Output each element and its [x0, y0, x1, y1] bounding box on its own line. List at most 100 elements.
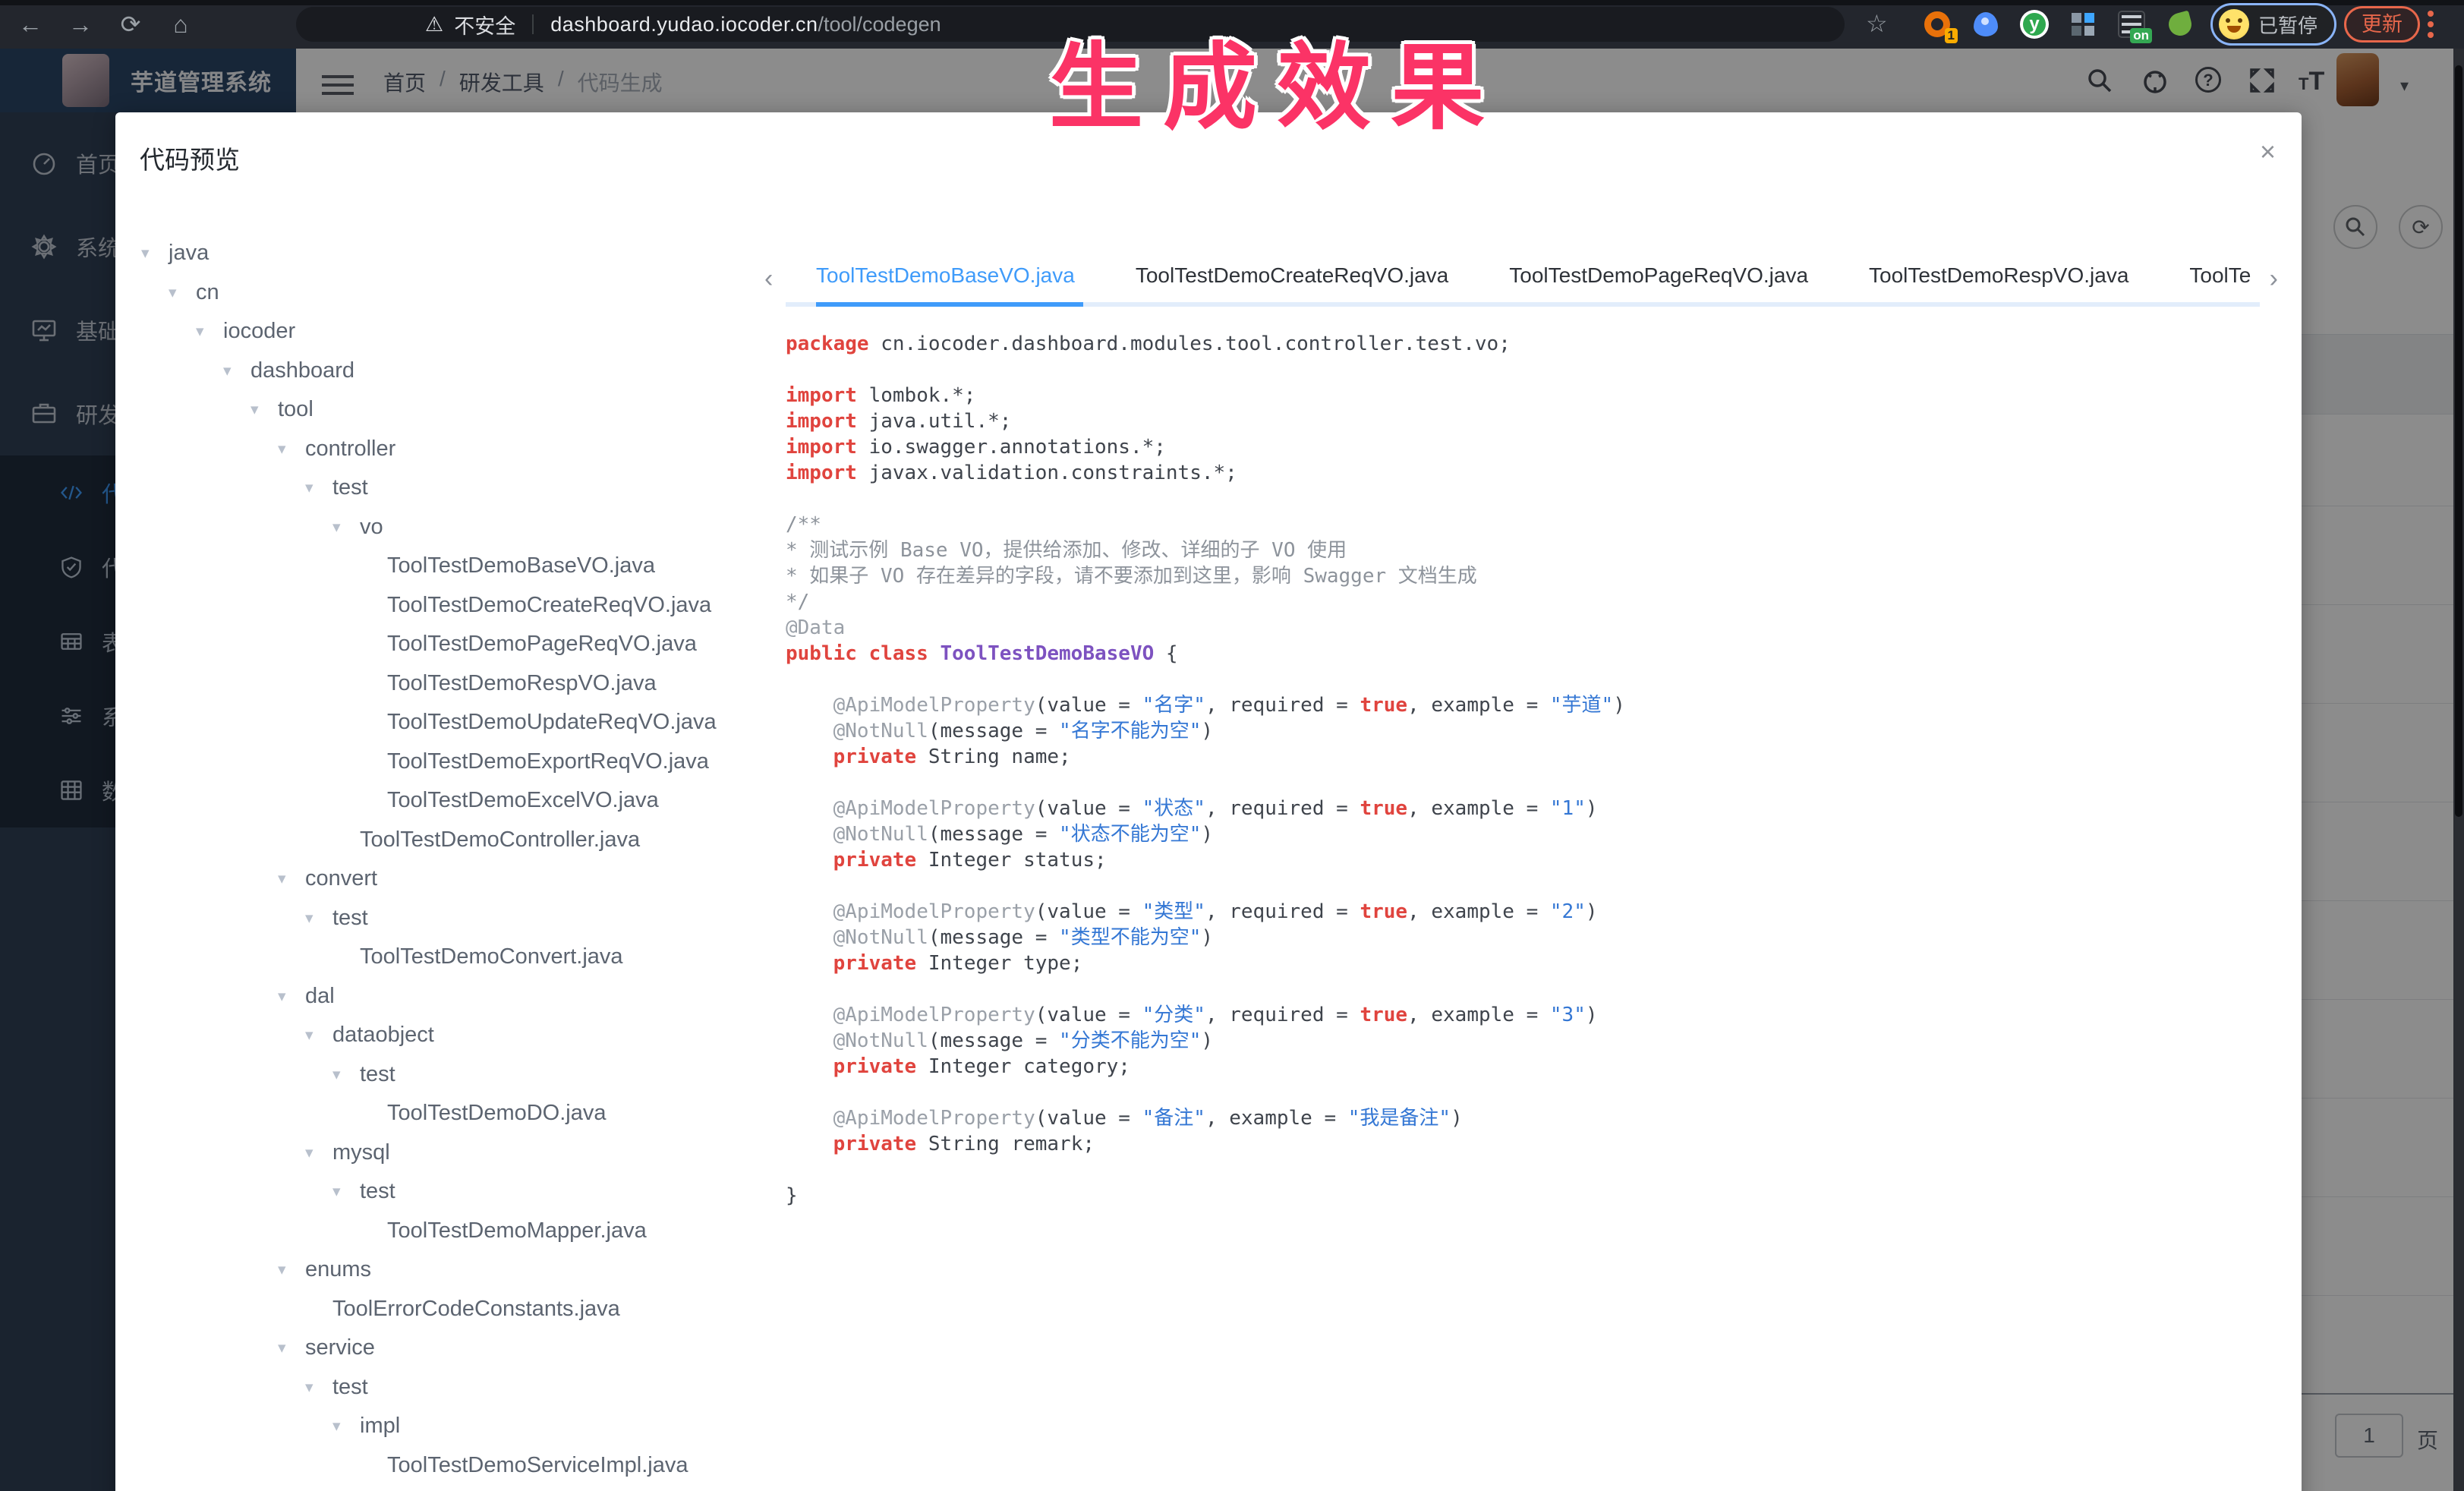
tree-folder-node[interactable]: ▾test — [138, 1368, 768, 1407]
warning-icon[interactable]: ⚠ — [425, 13, 443, 36]
caret-down-icon[interactable]: ▾ — [302, 1143, 332, 1162]
caret-down-icon[interactable]: ▾ — [275, 987, 305, 1006]
tree-folder-node[interactable]: ▾enums — [138, 1250, 768, 1290]
code-line: import io.swagger.annotations.*; — [786, 434, 2273, 460]
caret-down-icon[interactable]: ▾ — [275, 1338, 305, 1357]
caret-down-icon[interactable]: ▾ — [220, 361, 250, 380]
tree-file-node[interactable]: ▾ToolTestDemoMapper.java — [138, 1212, 768, 1251]
tree-folder-node[interactable]: ▾service — [138, 1329, 768, 1368]
home-icon[interactable]: ⌂ — [164, 8, 197, 41]
caret-down-icon[interactable]: ▾ — [302, 909, 332, 928]
extension-pin-icon[interactable] — [1971, 10, 2000, 39]
tab-2[interactable]: ToolTestDemoPageReqVO.java — [1509, 254, 1808, 307]
tree-folder-node[interactable]: ▾convert — [138, 859, 768, 899]
tree-node-label: dashboard — [250, 358, 354, 383]
caret-down-icon[interactable]: ▾ — [165, 283, 196, 302]
tree-file-node[interactable]: ▾ToolTestDemoDO.java — [138, 1094, 768, 1133]
tree-folder-node[interactable]: ▾impl — [138, 1407, 768, 1446]
code-line: @ApiModelProperty(value = "分类", required… — [786, 1002, 2273, 1028]
caret-down-icon[interactable]: ▾ — [247, 400, 278, 419]
tree-file-node[interactable]: ▾ToolTestDemoUpdateReqVO.java — [138, 703, 768, 742]
tree-folder-node[interactable]: ▾dal — [138, 977, 768, 1017]
caret-down-icon[interactable]: ▾ — [275, 1260, 305, 1279]
bookmark-star-icon[interactable]: ☆ — [1866, 9, 1888, 38]
tree-file-node[interactable]: ▾ToolTestDemoBaseVO.java — [138, 547, 768, 586]
back-icon[interactable]: ← — [14, 8, 47, 41]
tree-folder-node[interactable]: ▾mysql — [138, 1133, 768, 1173]
caret-down-icon[interactable]: ▾ — [193, 322, 223, 341]
tree-folder-node[interactable]: ▾vo — [138, 508, 768, 547]
code-line: */ — [786, 589, 2273, 615]
code-view: package cn.iocoder.dashboard.modules.too… — [786, 331, 2273, 1209]
tabs-next-icon[interactable]: › — [2270, 264, 2278, 294]
code-line — [786, 873, 2273, 899]
tree-folder-node[interactable]: ▾iocoder — [138, 312, 768, 351]
tree-node-label: tool — [278, 397, 314, 422]
code-line: private String name; — [786, 744, 2273, 770]
scrollbar-thumb[interactable] — [2455, 65, 2462, 817]
tree-file-node[interactable]: ▾ToolTestDemoController.java — [138, 821, 768, 860]
caret-down-icon[interactable]: ▾ — [302, 1026, 332, 1045]
code-line — [786, 770, 2273, 796]
close-icon[interactable]: × — [2260, 138, 2276, 165]
caret-down-icon[interactable]: ▾ — [329, 518, 360, 537]
extension-circle-icon[interactable]: 1 — [1923, 10, 1952, 39]
browser-menu-icon[interactable] — [2428, 11, 2434, 17]
caret-down-icon[interactable]: ▾ — [275, 869, 305, 888]
tree-file-node[interactable]: ▾ToolTestDemoServiceImpl.java — [138, 1446, 768, 1486]
security-label[interactable]: 不安全 — [454, 10, 515, 39]
tree-file-node[interactable]: ▾ToolTestDemoRespVO.java — [138, 664, 768, 704]
tree-node-label: dal — [305, 984, 335, 1009]
tree-folder-node[interactable]: ▾tool — [138, 390, 768, 430]
caret-down-icon[interactable]: ▾ — [302, 1378, 332, 1397]
caret-down-icon[interactable]: ▾ — [302, 478, 332, 497]
tree-file-node[interactable]: ▾ToolTestDemoConvert.java — [138, 938, 768, 977]
code-line: import java.util.*; — [786, 408, 2273, 434]
tab-1[interactable]: ToolTestDemoCreateReqVO.java — [1136, 254, 1448, 307]
caret-down-icon[interactable]: ▾ — [275, 440, 305, 459]
code-line: } — [786, 1183, 2273, 1209]
tree-folder-node[interactable]: ▾test — [138, 899, 768, 938]
code-line: @NotNull(message = "状态不能为空") — [786, 821, 2273, 847]
caret-down-icon[interactable]: ▾ — [329, 1182, 360, 1201]
tree-file-node[interactable]: ▾ToolTestDemoExcelVO.java — [138, 781, 768, 821]
tree-folder-node[interactable]: ▾test — [138, 1172, 768, 1212]
tree-file-node[interactable]: ▾ToolTestDemoPageReqVO.java — [138, 625, 768, 664]
page-scrollbar[interactable] — [2453, 49, 2464, 1491]
extension-grid-icon[interactable] — [2069, 10, 2097, 39]
code-line: import lombok.*; — [786, 383, 2273, 408]
caret-down-icon[interactable]: ▾ — [329, 1065, 360, 1084]
tree-file-node[interactable]: ▾ToolTestDemoCreateReqVO.java — [138, 586, 768, 626]
tree-folder-node[interactable]: ▾controller — [138, 430, 768, 469]
tree-node-label: ToolTestDemoBaseVO.java — [387, 553, 655, 578]
code-line: package cn.iocoder.dashboard.modules.too… — [786, 331, 2273, 357]
reload-icon[interactable]: ⟳ — [114, 8, 147, 41]
tab-0[interactable]: ToolTestDemoBaseVO.java — [816, 254, 1075, 307]
tree-node-label: convert — [305, 866, 377, 891]
tree-folder-node[interactable]: ▾test — [138, 1055, 768, 1095]
caret-down-icon[interactable]: ▾ — [329, 1417, 360, 1436]
extension-y-icon[interactable] — [2020, 10, 2049, 39]
tree-file-node[interactable]: ▾ToolErrorCodeConstants.java — [138, 1290, 768, 1329]
profile-chip[interactable]: 已暂停 — [2210, 3, 2336, 46]
tree-file-node[interactable]: ▾ToolTestDemoExportReqVO.java — [138, 742, 768, 782]
tree-folder-node[interactable]: ▾dashboard — [138, 351, 768, 391]
extension-switch-icon[interactable]: on — [2117, 10, 2146, 39]
tree-folder-node[interactable]: ▾java — [138, 234, 768, 273]
forward-icon[interactable]: → — [64, 8, 97, 41]
tree-node-label: iocoder — [223, 319, 295, 344]
code-line: @ApiModelProperty(value = "备注", example … — [786, 1105, 2273, 1131]
caret-down-icon[interactable]: ▾ — [138, 244, 169, 263]
code-tabs: ToolTestDemoBaseVO.java ToolTestDemoCreat… — [786, 254, 2260, 307]
tree-node-label: ToolTestDemoServiceImpl.java — [387, 1453, 688, 1478]
tree-folder-node[interactable]: ▾test — [138, 468, 768, 508]
tree-folder-node[interactable]: ▾cn — [138, 273, 768, 313]
extension-leaf-icon[interactable] — [2166, 10, 2195, 39]
tab-4[interactable]: ToolTe — [2189, 254, 2251, 307]
code-line: @ApiModelProperty(value = "状态", required… — [786, 796, 2273, 821]
file-tree: ▾java▾cn▾iocoder▾dashboard▾tool▾controll… — [138, 234, 768, 1485]
tab-3[interactable]: ToolTestDemoRespVO.java — [1869, 254, 2128, 307]
browser-update-button[interactable]: 更新 — [2344, 6, 2420, 43]
tree-folder-node[interactable]: ▾dataobject — [138, 1016, 768, 1055]
tabs-prev-icon[interactable]: ‹ — [764, 264, 773, 294]
